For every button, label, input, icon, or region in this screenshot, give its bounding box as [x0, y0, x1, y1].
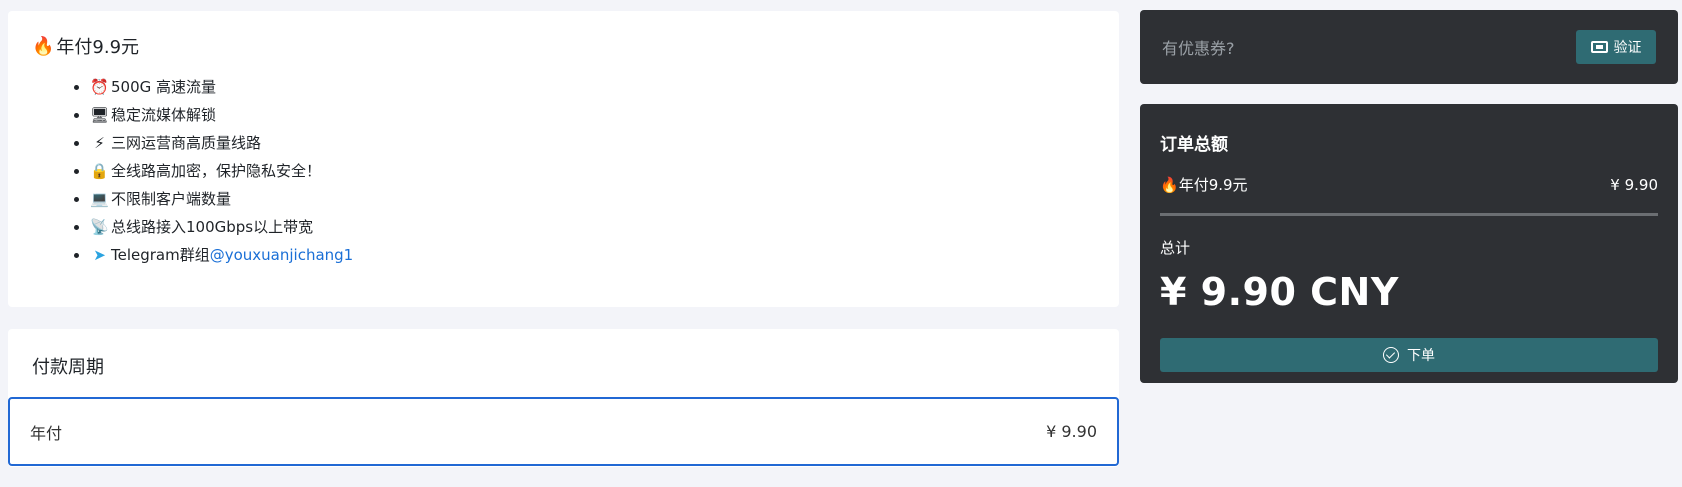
feature-item: 💻不限制客户端数量 [90, 185, 1095, 213]
satellite-dish-icon: 📡 [90, 218, 109, 236]
coupon-input[interactable]: 有优惠券? [1162, 35, 1235, 59]
order-item-price: ¥ 9.90 [1610, 175, 1658, 194]
alarm-clock-icon: ⏰ [90, 78, 109, 96]
order-line-item: 🔥年付9.9元 ¥ 9.90 [1160, 174, 1658, 195]
place-order-label: 下单 [1407, 347, 1435, 363]
feature-list: ⏰500G 高速流量 🖥稳定流媒体解锁 ⚡三网运营商高质量线路 🔒全线路高加密，… [32, 73, 1095, 269]
order-item-name: 年付9.9元 [1178, 176, 1248, 194]
payment-period-title: 付款周期 [32, 357, 104, 378]
period-option-annual[interactable]: 年付 ¥ 9.90 [8, 397, 1119, 466]
monitor-icon: 🖥 [90, 106, 110, 124]
lightning-icon: ⚡ [94, 134, 105, 152]
order-summary-title: 订单总额 [1160, 135, 1228, 155]
laptop-icon: 💻 [90, 190, 109, 208]
place-order-button[interactable]: 下单 [1160, 338, 1658, 372]
total-label: 总计 [1160, 239, 1191, 257]
payment-period-card: 付款周期 年付 ¥ 9.90 [8, 329, 1119, 467]
total-amount: ¥ 9.90 CNY [1160, 270, 1399, 314]
period-option-price: ¥ 9.90 [1046, 422, 1097, 441]
verify-button-label: 验证 [1613, 39, 1642, 55]
fire-icon: 🔥 [32, 35, 55, 57]
feature-item: ⏰500G 高速流量 [90, 73, 1095, 101]
feature-item: ⚡三网运营商高质量线路 [90, 129, 1095, 157]
plan-title-text: 年付9.9元 [56, 37, 140, 58]
order-summary-card: 订单总额 🔥年付9.9元 ¥ 9.90 总计 ¥ 9.90 CNY 下单 [1140, 104, 1678, 383]
feature-item: 🔒全线路高加密，保护隐私安全！ [90, 157, 1095, 185]
plan-title: 🔥 年付9.9元 [32, 33, 1095, 59]
feature-item: ➤Telegram群组@youxuanjichang1 [90, 241, 1095, 269]
checkout-page: 🔥 年付9.9元 ⏰500G 高速流量 🖥稳定流媒体解锁 ⚡三网运营商高质量线路… [0, 0, 1682, 487]
lock-icon: 🔒 [90, 162, 109, 180]
period-option-label: 年付 [30, 423, 63, 443]
ticket-icon [1590, 41, 1608, 53]
feature-item: 🖥稳定流媒体解锁 [90, 101, 1095, 129]
verify-coupon-button[interactable]: 验证 [1576, 30, 1656, 64]
fire-icon: 🔥 [1160, 176, 1179, 194]
feature-item: 📡总线路接入100Gbps以上带宽 [90, 213, 1095, 241]
plan-details-card: 🔥 年付9.9元 ⏰500G 高速流量 🖥稳定流媒体解锁 ⚡三网运营商高质量线路… [8, 11, 1119, 307]
coupon-card: 有优惠券? 验证 [1140, 10, 1678, 84]
divider [1160, 213, 1658, 216]
telegram-icon: ➤ [93, 246, 106, 264]
check-circle-icon [1383, 347, 1399, 363]
telegram-group-link[interactable]: @youxuanjichang1 [210, 246, 354, 264]
